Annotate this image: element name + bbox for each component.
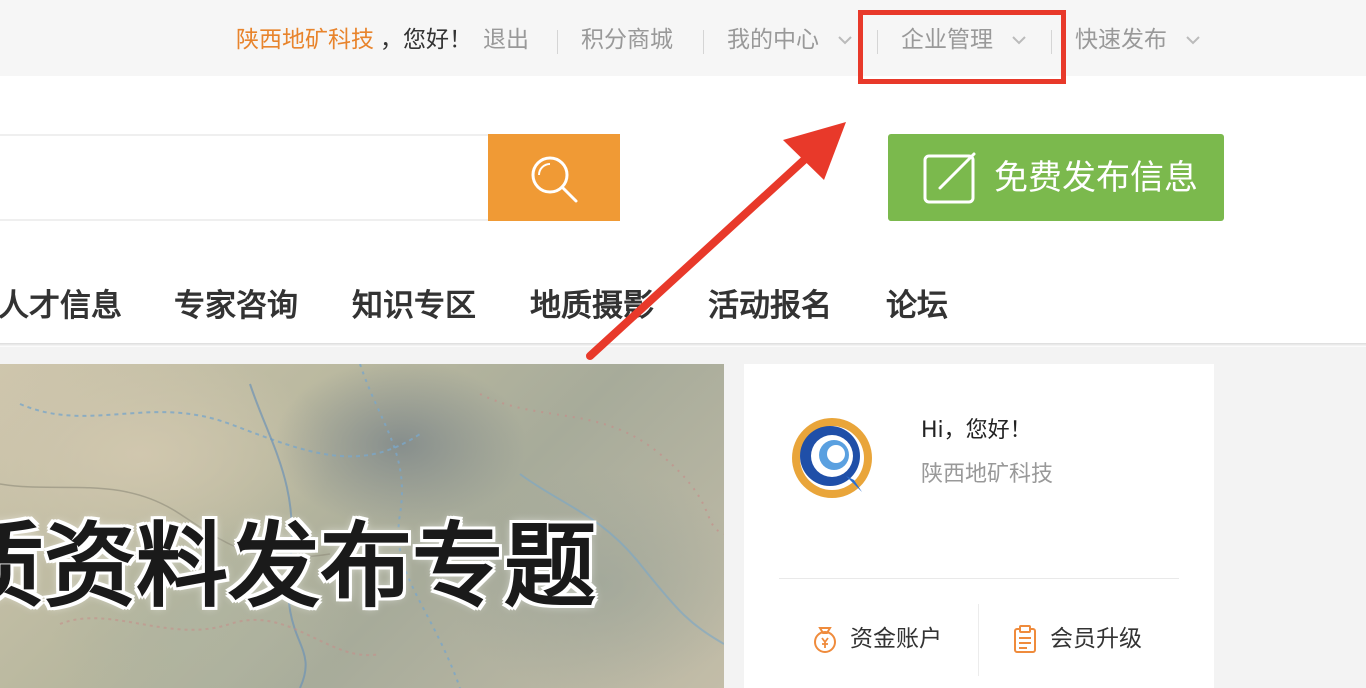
banner-title: 质资料发布专题 bbox=[0, 513, 597, 620]
separator bbox=[703, 30, 704, 54]
company-logo-avatar[interactable] bbox=[788, 414, 876, 502]
chevron-down-icon bbox=[838, 36, 852, 45]
logout-link[interactable]: 退出 bbox=[483, 24, 529, 56]
divider bbox=[978, 604, 979, 676]
nav-item-talent[interactable]: 人才信息 bbox=[0, 286, 122, 326]
user-greeting: Hi，您好！ bbox=[921, 418, 1032, 443]
page: 陕西地矿科技 ，您好！ 退出 积分商城 我的中心 企业管理 快速发布 免费发布信… bbox=[0, 0, 1366, 688]
user-name: 陕西地矿科技 bbox=[921, 462, 1054, 487]
user-card: Hi，您好！ 陕西地矿科技 资金账户 会员升级 bbox=[744, 364, 1214, 688]
search-button[interactable] bbox=[488, 134, 620, 221]
nav-item-forum[interactable]: 论坛 bbox=[886, 286, 948, 326]
nav-item-knowledge[interactable]: 知识专区 bbox=[352, 286, 476, 326]
nav-item-photography[interactable]: 地质摄影 bbox=[530, 286, 654, 326]
nav-item-expert[interactable]: 专家咨询 bbox=[174, 286, 298, 326]
separator bbox=[557, 30, 558, 54]
greeting-text: ，您好！ bbox=[380, 27, 472, 53]
annotation-highlight-box bbox=[858, 10, 1066, 84]
points-mall-link[interactable]: 积分商城 bbox=[581, 24, 673, 56]
edit-icon bbox=[923, 152, 976, 204]
divider bbox=[779, 578, 1179, 579]
clipboard-icon bbox=[1014, 625, 1036, 653]
main-nav: 人才信息 专家咨询 知识专区 地质摄影 活动报名 论坛 bbox=[0, 268, 1366, 346]
funds-account-label: 资金账户 bbox=[850, 626, 942, 652]
banner-image[interactable]: 质资料发布专题 bbox=[0, 364, 724, 688]
publish-info-label: 免费发布信息 bbox=[994, 158, 1198, 198]
publish-info-button[interactable]: 免费发布信息 bbox=[888, 134, 1224, 221]
money-bag-icon bbox=[814, 627, 836, 653]
chevron-down-icon bbox=[1186, 36, 1200, 45]
nav-item-events[interactable]: 活动报名 bbox=[708, 286, 832, 326]
search-input[interactable] bbox=[0, 134, 490, 221]
quick-publish-menu[interactable]: 快速发布 bbox=[1075, 24, 1167, 56]
search-icon bbox=[531, 156, 578, 203]
company-name-link[interactable]: 陕西地矿科技 bbox=[236, 24, 374, 56]
member-upgrade-label: 会员升级 bbox=[1050, 626, 1142, 652]
top-bar: 陕西地矿科技 ，您好！ 退出 积分商城 我的中心 企业管理 快速发布 bbox=[0, 0, 1366, 76]
my-center-menu[interactable]: 我的中心 bbox=[727, 24, 819, 56]
